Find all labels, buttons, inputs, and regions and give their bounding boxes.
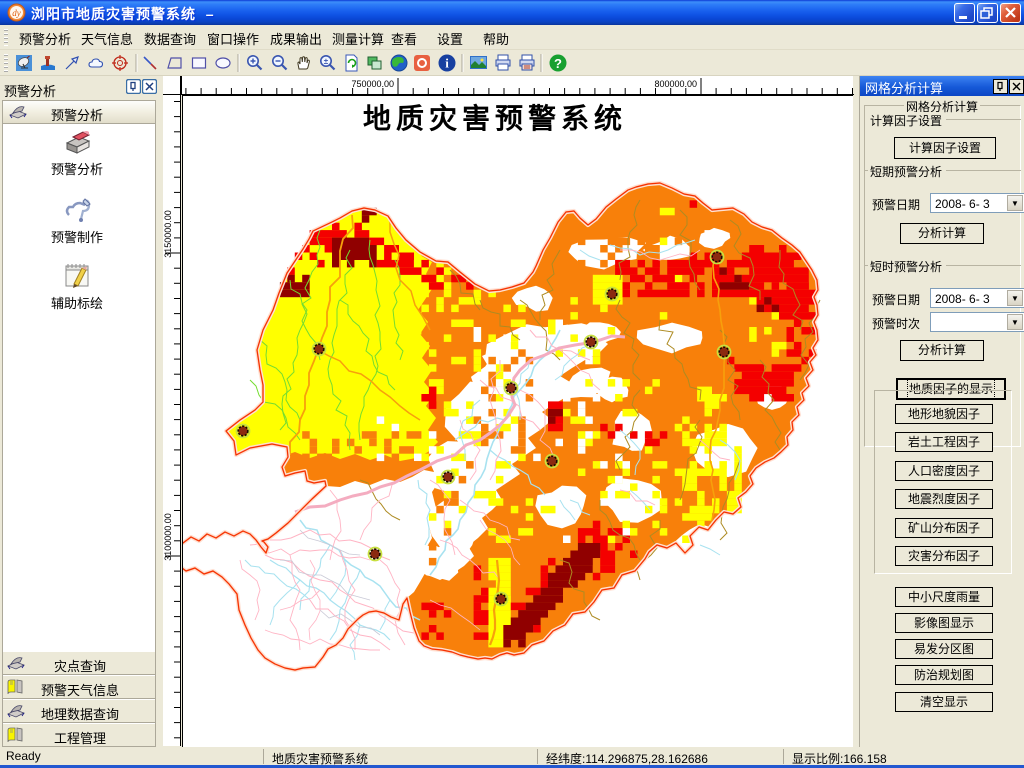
svg-text:±: ±	[324, 57, 329, 66]
svg-text:dy: dy	[12, 8, 21, 18]
svg-text:i: i	[445, 56, 449, 71]
svg-text:?: ?	[554, 56, 562, 71]
